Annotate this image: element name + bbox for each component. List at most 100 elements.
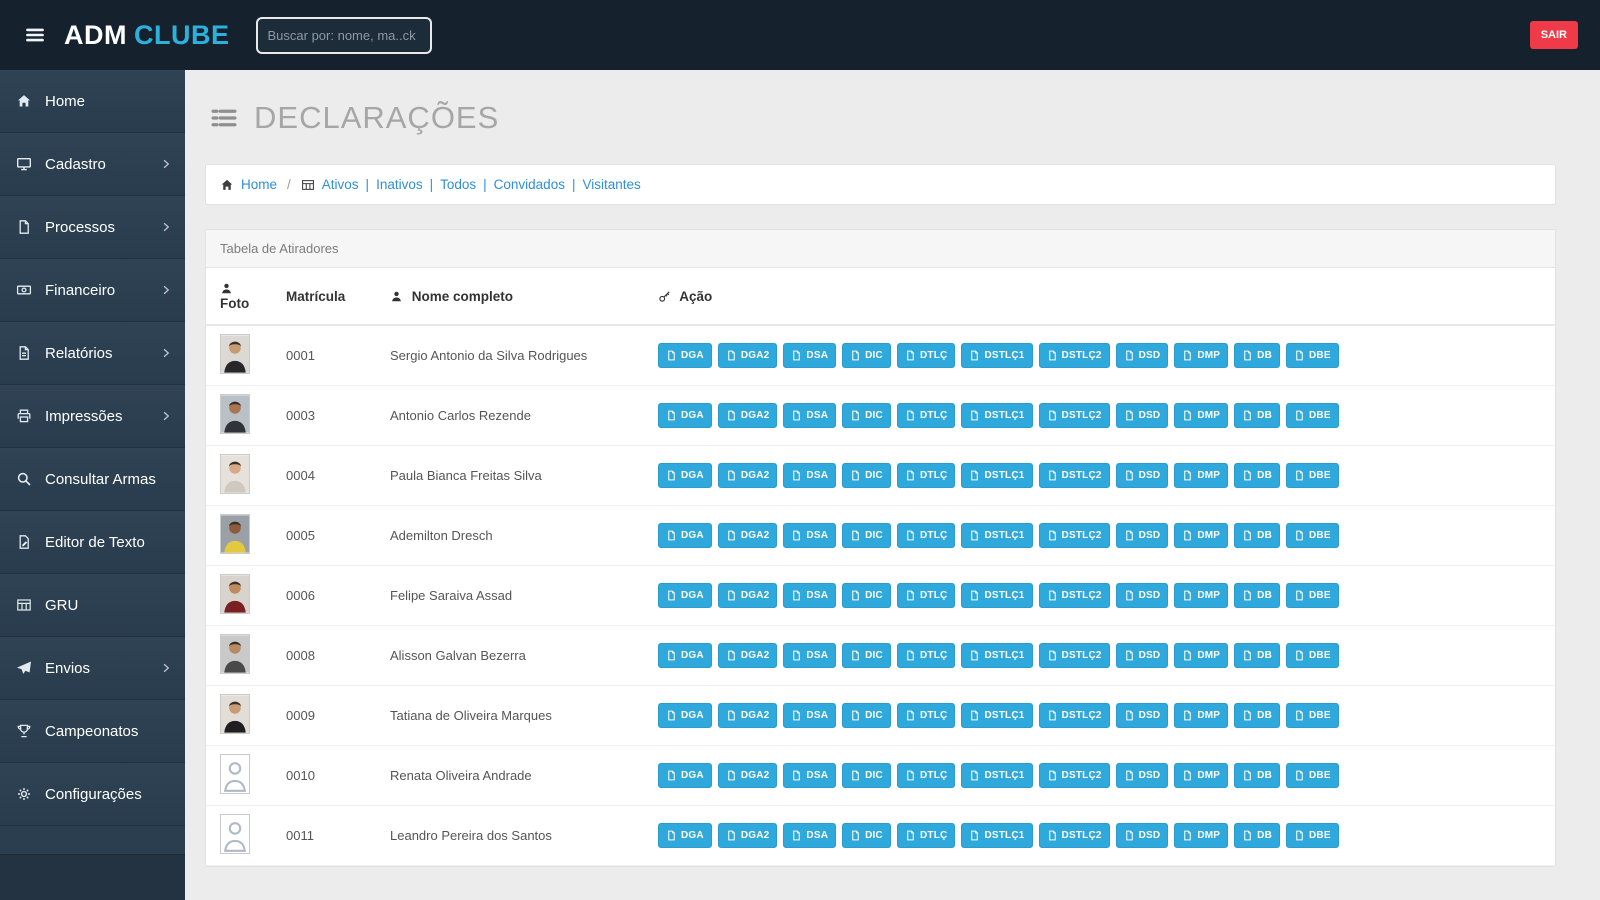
action-button-dstlc1[interactable]: DSTLÇ1 (961, 523, 1033, 548)
action-button-dstlc1[interactable]: DSTLÇ1 (961, 403, 1033, 428)
action-button-dsd[interactable]: DSD (1115, 583, 1169, 608)
action-button-dga[interactable]: DGA (658, 523, 712, 548)
action-button-dga[interactable]: DGA (658, 463, 712, 488)
action-button-dmp[interactable]: DMP (1174, 583, 1229, 608)
action-button-dsa[interactable]: DSA (783, 403, 837, 428)
action-button-dbe[interactable]: DBE (1286, 523, 1339, 548)
action-button-db[interactable]: DB (1234, 583, 1281, 608)
action-button-dga[interactable]: DGA (658, 763, 712, 788)
action-button-dtlc[interactable]: DTLÇ (896, 583, 956, 608)
search-input[interactable] (255, 16, 432, 54)
action-button-dsd[interactable]: DSD (1115, 823, 1169, 848)
breadcrumb-link-todos[interactable]: Todos (440, 177, 476, 192)
action-button-dmp[interactable]: DMP (1174, 343, 1229, 368)
action-button-dstlc1[interactable]: DSTLÇ1 (961, 583, 1033, 608)
sidebar-item-envios[interactable]: Envios (0, 637, 185, 700)
action-button-dbe[interactable]: DBE (1286, 343, 1339, 368)
action-button-dmp[interactable]: DMP (1174, 403, 1229, 428)
action-button-dmp[interactable]: DMP (1174, 763, 1229, 788)
action-button-dga[interactable]: DGA (658, 823, 712, 848)
hamburger-menu-icon[interactable] (22, 24, 48, 46)
action-button-dga[interactable]: DGA (658, 643, 712, 668)
sidebar-item-configuracoes[interactable]: Configurações (0, 763, 185, 826)
action-button-dbe[interactable]: DBE (1286, 403, 1339, 428)
action-button-dga[interactable]: DGA (658, 583, 712, 608)
action-button-dtlc[interactable]: DTLÇ (896, 523, 956, 548)
action-button-dmp[interactable]: DMP (1174, 823, 1229, 848)
action-button-dsd[interactable]: DSD (1115, 403, 1169, 428)
sidebar-item-financeiro[interactable]: Financeiro (0, 259, 185, 322)
action-button-dsd[interactable]: DSD (1115, 523, 1169, 548)
action-button-dstlc2[interactable]: DSTLÇ2 (1038, 583, 1110, 608)
action-button-dsd[interactable]: DSD (1115, 763, 1169, 788)
action-button-dbe[interactable]: DBE (1286, 463, 1339, 488)
action-button-dbe[interactable]: DBE (1286, 763, 1339, 788)
brand-logo[interactable]: ADM CLUBE (64, 20, 230, 51)
sidebar-item-home[interactable]: Home (0, 70, 185, 133)
action-button-dsa[interactable]: DSA (783, 523, 837, 548)
action-button-dsa[interactable]: DSA (783, 463, 837, 488)
action-button-dbe[interactable]: DBE (1286, 583, 1339, 608)
action-button-db[interactable]: DB (1234, 463, 1281, 488)
action-button-dstlc1[interactable]: DSTLÇ1 (961, 343, 1033, 368)
action-button-db[interactable]: DB (1234, 523, 1281, 548)
action-button-dstlc2[interactable]: DSTLÇ2 (1038, 523, 1110, 548)
action-button-dga2[interactable]: DGA2 (717, 643, 778, 668)
action-button-dic[interactable]: DIC (842, 703, 891, 728)
action-button-dtlc[interactable]: DTLÇ (896, 463, 956, 488)
action-button-dstlc2[interactable]: DSTLÇ2 (1038, 463, 1110, 488)
action-button-dga2[interactable]: DGA2 (717, 703, 778, 728)
action-button-dga2[interactable]: DGA2 (717, 763, 778, 788)
action-button-db[interactable]: DB (1234, 763, 1281, 788)
sidebar-item-campeonatos[interactable]: Campeonatos (0, 700, 185, 763)
sidebar-item-editor-de-texto[interactable]: Editor de Texto (0, 511, 185, 574)
action-button-dstlc2[interactable]: DSTLÇ2 (1038, 343, 1110, 368)
action-button-db[interactable]: DB (1234, 343, 1281, 368)
action-button-dstlc2[interactable]: DSTLÇ2 (1038, 823, 1110, 848)
action-button-dmp[interactable]: DMP (1174, 643, 1229, 668)
sidebar-item-processos[interactable]: Processos (0, 196, 185, 259)
action-button-dmp[interactable]: DMP (1174, 523, 1229, 548)
logout-button[interactable]: SAIR (1529, 21, 1578, 49)
sidebar-item-relatorios[interactable]: Relatórios (0, 322, 185, 385)
action-button-dmp[interactable]: DMP (1174, 463, 1229, 488)
action-button-dtlc[interactable]: DTLÇ (896, 823, 956, 848)
action-button-dsd[interactable]: DSD (1115, 343, 1169, 368)
sidebar-item-gru[interactable]: GRU (0, 574, 185, 637)
breadcrumb-home-link[interactable]: Home (241, 177, 277, 192)
action-button-dic[interactable]: DIC (842, 403, 891, 428)
action-button-dic[interactable]: DIC (842, 463, 891, 488)
action-button-dic[interactable]: DIC (842, 643, 891, 668)
action-button-dsd[interactable]: DSD (1115, 463, 1169, 488)
action-button-dga2[interactable]: DGA2 (717, 523, 778, 548)
action-button-dstlc2[interactable]: DSTLÇ2 (1038, 763, 1110, 788)
breadcrumb-link-inativos[interactable]: Inativos (376, 177, 423, 192)
action-button-dtlc[interactable]: DTLÇ (896, 643, 956, 668)
action-button-dga[interactable]: DGA (658, 343, 712, 368)
action-button-dga2[interactable]: DGA2 (717, 463, 778, 488)
action-button-dsa[interactable]: DSA (783, 343, 837, 368)
action-button-dstlc2[interactable]: DSTLÇ2 (1038, 703, 1110, 728)
action-button-dbe[interactable]: DBE (1286, 703, 1339, 728)
action-button-dga[interactable]: DGA (658, 403, 712, 428)
action-button-dsa[interactable]: DSA (783, 823, 837, 848)
action-button-dga2[interactable]: DGA2 (717, 403, 778, 428)
action-button-dic[interactable]: DIC (842, 763, 891, 788)
action-button-dtlc[interactable]: DTLÇ (896, 403, 956, 428)
action-button-db[interactable]: DB (1234, 703, 1281, 728)
action-button-dtlc[interactable]: DTLÇ (896, 703, 956, 728)
action-button-dga[interactable]: DGA (658, 703, 712, 728)
action-button-dic[interactable]: DIC (842, 823, 891, 848)
breadcrumb-link-visitantes[interactable]: Visitantes (582, 177, 640, 192)
action-button-dga2[interactable]: DGA2 (717, 583, 778, 608)
action-button-dbe[interactable]: DBE (1286, 823, 1339, 848)
action-button-dic[interactable]: DIC (842, 523, 891, 548)
action-button-dsd[interactable]: DSD (1115, 703, 1169, 728)
breadcrumb-link-ativos[interactable]: Ativos (322, 177, 359, 192)
sidebar-item-cadastro[interactable]: Cadastro (0, 133, 185, 196)
action-button-dsd[interactable]: DSD (1115, 643, 1169, 668)
action-button-dstlc2[interactable]: DSTLÇ2 (1038, 403, 1110, 428)
action-button-db[interactable]: DB (1234, 403, 1281, 428)
action-button-db[interactable]: DB (1234, 643, 1281, 668)
action-button-dsa[interactable]: DSA (783, 643, 837, 668)
